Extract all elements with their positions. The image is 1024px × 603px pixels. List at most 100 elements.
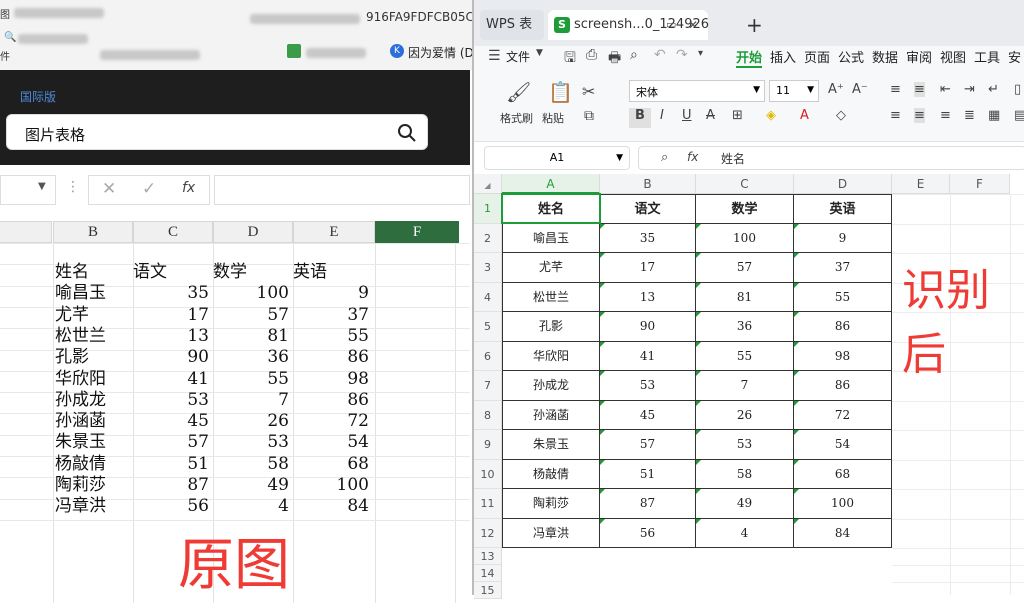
font-size-select[interactable]: 11 ▼: [769, 80, 819, 102]
row-header[interactable]: 10: [474, 459, 502, 489]
table-cell[interactable]: 98: [794, 341, 892, 371]
table-cell[interactable]: 81: [696, 282, 794, 312]
row-header[interactable]: 5: [474, 312, 502, 342]
border-icon[interactable]: ⊞: [732, 108, 743, 123]
new-tab-button[interactable]: +: [746, 10, 763, 40]
search-input[interactable]: 图片表格: [25, 124, 85, 145]
undo-icon[interactable]: ↶: [654, 47, 666, 63]
table-cell[interactable]: 松世兰: [502, 282, 600, 312]
cell-reference-box[interactable]: A1 ▼: [484, 146, 630, 170]
table-cell[interactable]: 孔影: [502, 312, 600, 342]
table-cell[interactable]: 26: [696, 400, 794, 430]
find-icon[interactable]: ⌕: [630, 47, 638, 63]
wrap-icon[interactable]: ↵: [988, 82, 999, 97]
ribbon-tab[interactable]: 插入: [770, 47, 796, 66]
table-cell[interactable]: 86: [794, 371, 892, 401]
tab-wps-home[interactable]: WPS 表格: [480, 10, 544, 62]
more-icon[interactable]: ▾: [698, 48, 703, 59]
table-cell[interactable]: 41: [600, 341, 696, 371]
table-cell[interactable]: 9: [794, 223, 892, 253]
table-cell[interactable]: 57: [600, 430, 696, 460]
decrease-font-icon[interactable]: A⁻: [852, 82, 868, 97]
bold-button[interactable]: B: [629, 108, 651, 128]
table-cell[interactable]: 90: [600, 312, 696, 342]
align-right-icon[interactable]: ≡: [940, 108, 951, 123]
column-header[interactable]: F: [950, 174, 1010, 194]
row-header[interactable]: 6: [474, 341, 502, 371]
select-all-corner[interactable]: ◢: [474, 174, 502, 194]
increase-font-icon[interactable]: A⁺: [828, 82, 844, 97]
indent-increase-icon[interactable]: ⇥: [964, 82, 975, 97]
table-cell[interactable]: 17: [600, 253, 696, 283]
row-header[interactable]: 11: [474, 489, 502, 519]
column-header[interactable]: C: [696, 174, 794, 194]
table-cell[interactable]: 13: [600, 282, 696, 312]
table-cell[interactable]: 35: [600, 223, 696, 253]
table-cell[interactable]: 54: [794, 430, 892, 460]
format-painter-label[interactable]: 格式刷: [500, 110, 533, 126]
table-cell[interactable]: 陶莉莎: [502, 489, 600, 519]
ribbon-tab[interactable]: 公式: [838, 47, 864, 66]
column-header[interactable]: A: [502, 174, 600, 194]
tab-document[interactable]: S screensh...0_124926 ✕ ▭: [548, 10, 709, 40]
table-cell[interactable]: 87: [600, 489, 696, 519]
table-cell[interactable]: 杨敲倩: [502, 459, 600, 489]
table-cell[interactable]: 53: [600, 371, 696, 401]
formula-input[interactable]: ⌕ fx 姓名: [638, 146, 1024, 170]
search-bar[interactable]: 图片表格: [6, 114, 428, 150]
row-header[interactable]: 2: [474, 223, 502, 253]
format-painter-icon[interactable]: 🖌: [506, 80, 531, 104]
table-cell[interactable]: 55: [696, 341, 794, 371]
ribbon-tab[interactable]: 视图: [940, 47, 966, 66]
table-cell[interactable]: 36: [696, 312, 794, 342]
clear-format-icon[interactable]: ◇: [836, 108, 846, 123]
table-cell[interactable]: 尤芊: [502, 253, 600, 283]
justify-icon[interactable]: ≣: [964, 108, 975, 123]
table-cell[interactable]: 37: [794, 253, 892, 283]
search-icon[interactable]: [397, 123, 417, 143]
row-header[interactable]: 9: [474, 430, 502, 460]
ribbon-tab[interactable]: 安: [1008, 47, 1021, 66]
save-icon[interactable]: 🖫: [564, 47, 576, 71]
header-cell[interactable]: 英语: [794, 194, 892, 224]
row-header[interactable]: 12: [474, 518, 502, 548]
table-cell[interactable]: 53: [696, 430, 794, 460]
ribbon-tab[interactable]: 审阅: [906, 47, 932, 66]
print-icon[interactable]: 🖶: [608, 47, 621, 71]
ribbon-tab[interactable]: 数据: [872, 47, 898, 66]
table-cell[interactable]: 7: [696, 371, 794, 401]
strikethrough-button[interactable]: A: [706, 108, 715, 123]
row-header[interactable]: 7: [474, 371, 502, 401]
table-cell[interactable]: 51: [600, 459, 696, 489]
distribute-icon[interactable]: ▦: [988, 108, 1000, 123]
row-header[interactable]: 4: [474, 282, 502, 312]
ribbon-tab[interactable]: 工具: [974, 47, 1000, 66]
file-menu[interactable]: 文件: [506, 48, 530, 65]
align-center-icon[interactable]: ≡: [914, 108, 925, 123]
table-cell[interactable]: 冯章洪: [502, 518, 600, 548]
table-cell[interactable]: 84: [794, 518, 892, 548]
paste-label[interactable]: 粘贴: [542, 110, 564, 126]
fill-color-icon[interactable]: ◈: [766, 108, 776, 123]
ribbon-tab[interactable]: 页面: [804, 47, 830, 66]
table-cell[interactable]: 56: [600, 518, 696, 548]
monitor-icon[interactable]: ▭: [666, 10, 676, 40]
row-header[interactable]: 15: [474, 582, 502, 599]
column-header[interactable]: B: [600, 174, 696, 194]
fx-icon[interactable]: fx: [687, 150, 698, 164]
table-cell[interactable]: 72: [794, 400, 892, 430]
table-cell[interactable]: 孙成龙: [502, 371, 600, 401]
table-cell[interactable]: 喻昌玉: [502, 223, 600, 253]
table-cell[interactable]: 68: [794, 459, 892, 489]
spreadsheet-grid[interactable]: ◢ A B C D E F 1 2 3 4 5 6 7 8 9 10 11 12 13 14 15 姓名 语文 数学 英语 喻昌玉 3…: [474, 174, 1024, 599]
row-header[interactable]: 14: [474, 565, 502, 582]
print-preview-icon[interactable]: ⎙: [586, 47, 597, 63]
column-header[interactable]: D: [794, 174, 892, 194]
header-cell[interactable]: 数学: [696, 194, 794, 224]
row-header[interactable]: 3: [474, 253, 502, 283]
underline-button[interactable]: U: [682, 108, 692, 123]
table-cell[interactable]: 86: [794, 312, 892, 342]
table-cell[interactable]: 45: [600, 400, 696, 430]
close-icon[interactable]: ✕: [688, 10, 698, 40]
header-cell[interactable]: 语文: [600, 194, 696, 224]
